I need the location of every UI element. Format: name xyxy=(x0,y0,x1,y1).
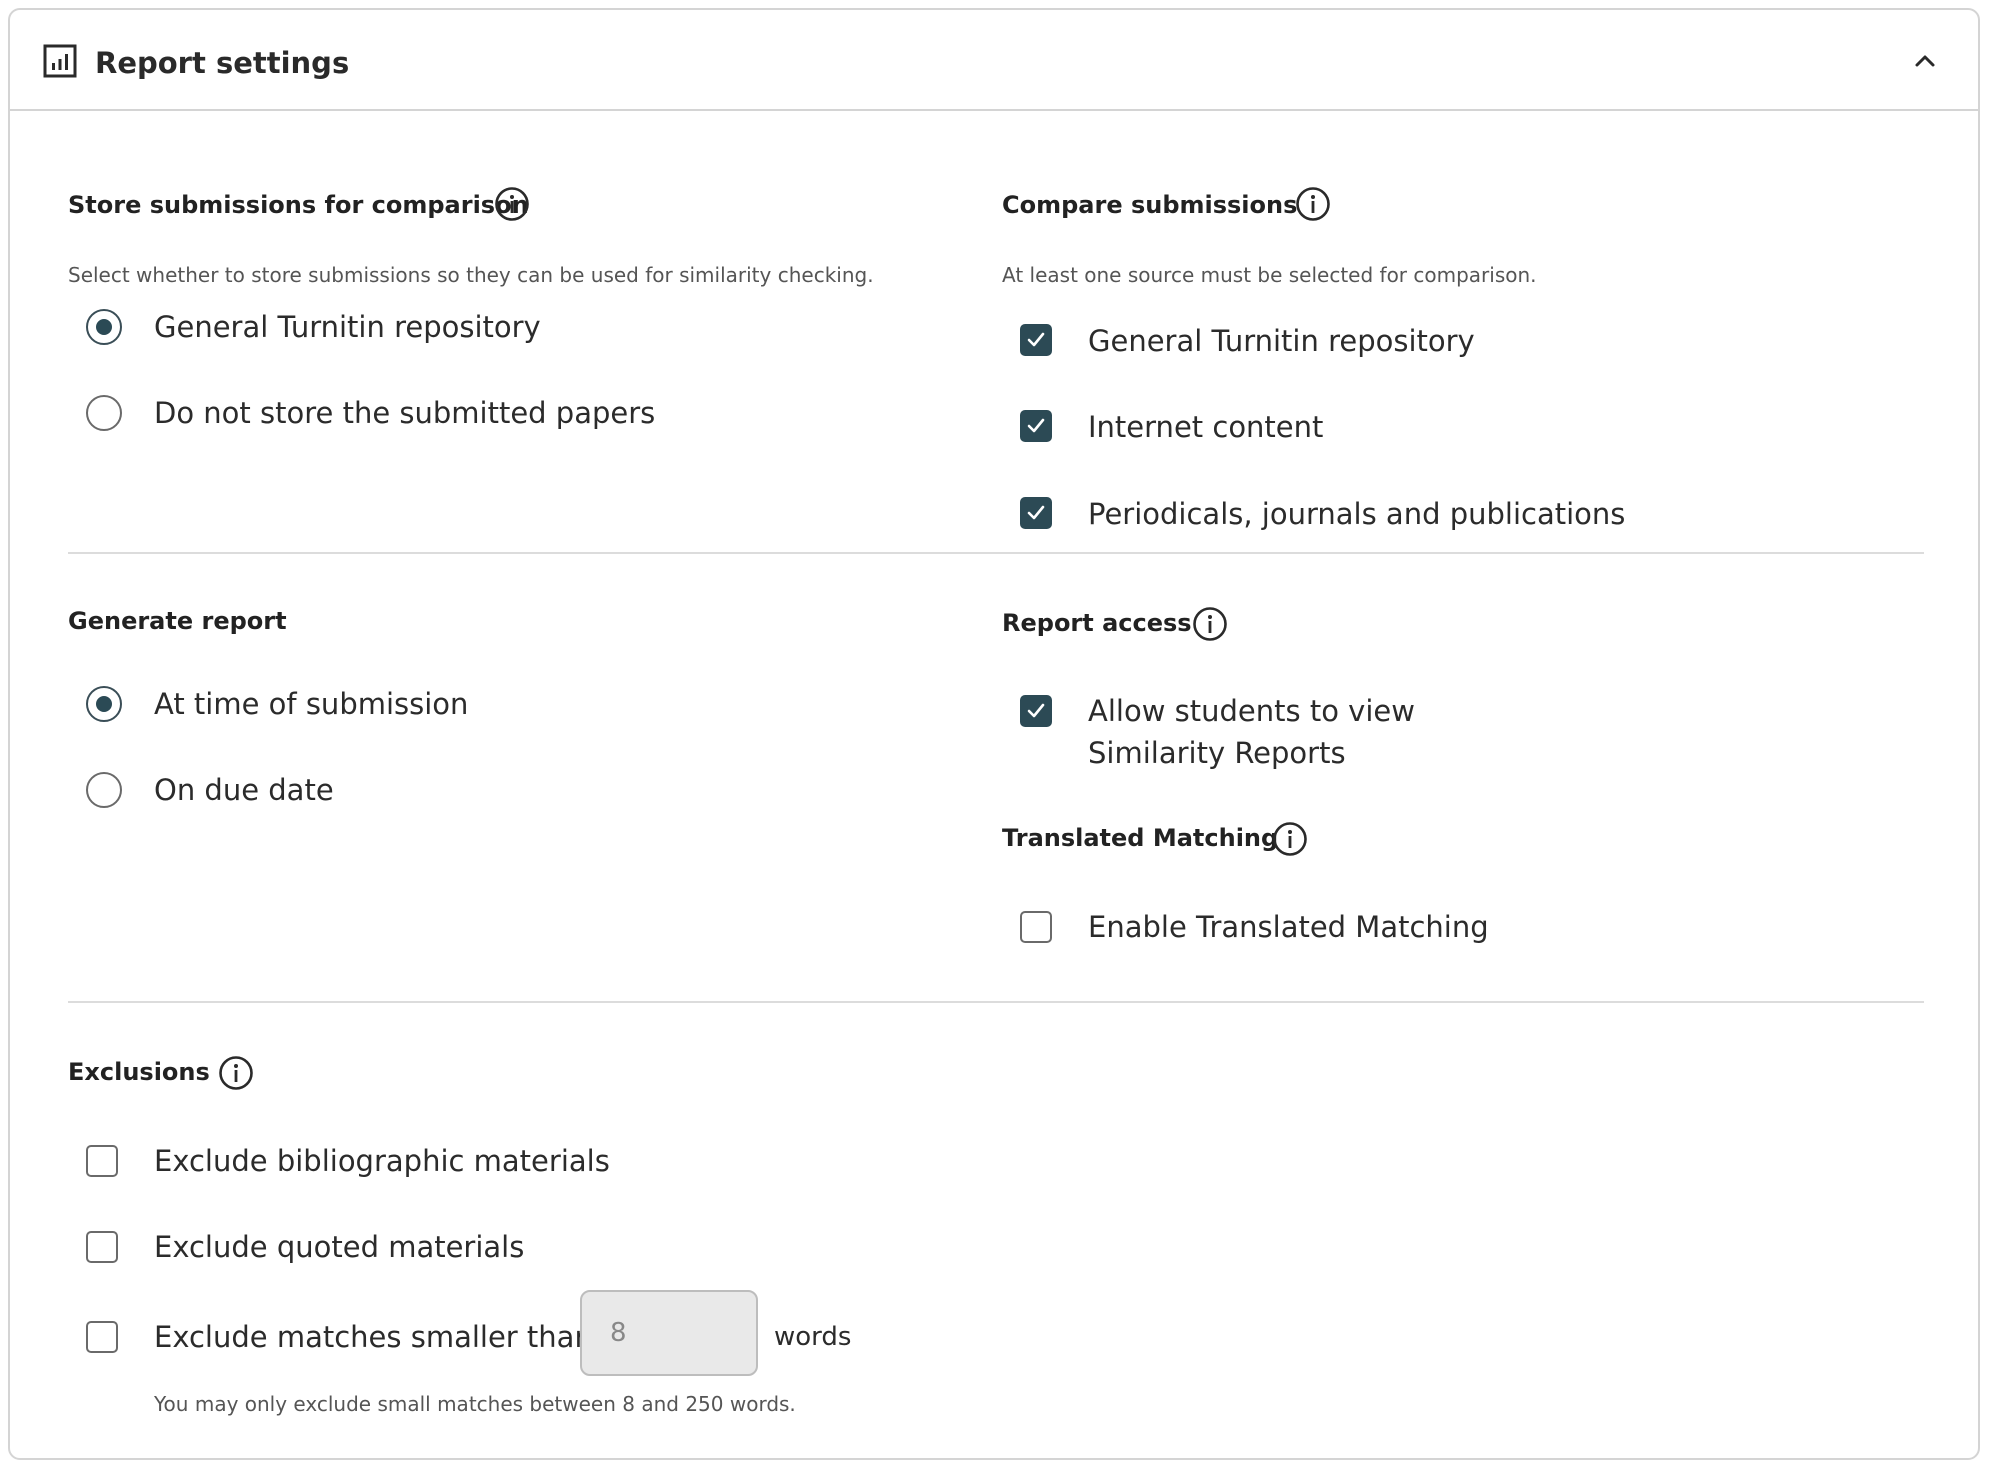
checkbox-label: Enable Translated Matching xyxy=(1088,910,1489,944)
info-icon[interactable] xyxy=(1272,821,1308,857)
divider xyxy=(68,1001,1924,1003)
checkbox-internet-content[interactable] xyxy=(1020,410,1052,442)
checkbox-allow-students-view-reports[interactable] xyxy=(1020,695,1052,727)
checkbox-exclude-small-matches[interactable] xyxy=(86,1321,118,1353)
report-settings-panel: Report settings Store submissions for co… xyxy=(8,8,1980,1460)
radio-label: General Turnitin repository xyxy=(154,310,541,344)
compare-submissions-title: Compare submissions xyxy=(1002,191,1298,219)
checkbox-label: Exclude quoted materials xyxy=(154,1230,525,1264)
checkbox-label: Exclude bibliographic materials xyxy=(154,1144,610,1178)
store-submissions-title: Store submissions for comparison xyxy=(68,191,529,219)
store-submissions-helper: Select whether to store submissions so t… xyxy=(68,263,874,287)
generate-report-title: Generate report xyxy=(68,607,287,635)
chevron-up-icon[interactable] xyxy=(1910,46,1940,76)
radio-label: Do not store the submitted papers xyxy=(154,396,656,430)
info-icon[interactable] xyxy=(218,1055,254,1091)
words-suffix: words xyxy=(774,1322,852,1352)
checkbox-exclude-quoted[interactable] xyxy=(86,1231,118,1263)
checkbox-compare-general-repository[interactable] xyxy=(1020,324,1052,356)
panel-header[interactable]: Report settings xyxy=(10,10,1978,111)
radio-do-not-store[interactable] xyxy=(86,395,122,431)
checkbox-label: Periodicals, journals and publications xyxy=(1088,497,1626,531)
min-words-input[interactable] xyxy=(580,1290,758,1376)
radio-label: On due date xyxy=(154,773,334,807)
compare-submissions-helper: At least one source must be selected for… xyxy=(1002,263,1537,287)
bar-chart-icon xyxy=(43,44,77,78)
radio-store-general-repository[interactable] xyxy=(86,309,122,345)
radio-at-time-of-submission[interactable] xyxy=(86,686,122,722)
checkbox-enable-translated-matching[interactable] xyxy=(1020,911,1052,943)
radio-on-due-date[interactable] xyxy=(86,772,122,808)
exclusions-title: Exclusions xyxy=(68,1058,210,1086)
checkbox-periodicals[interactable] xyxy=(1020,497,1052,529)
checkbox-label: General Turnitin repository xyxy=(1088,324,1475,358)
info-icon[interactable] xyxy=(1192,606,1228,642)
info-icon[interactable] xyxy=(1295,186,1331,222)
checkbox-label: Exclude matches smaller than xyxy=(154,1320,593,1354)
checkbox-exclude-bibliographic[interactable] xyxy=(86,1145,118,1177)
checkbox-label-line2: Similarity Reports xyxy=(1088,736,1346,770)
radio-label: At time of submission xyxy=(154,687,469,721)
report-access-title: Report access xyxy=(1002,609,1192,637)
exclude-small-matches-helper: You may only exclude small matches betwe… xyxy=(154,1392,796,1416)
panel-title: Report settings xyxy=(95,46,350,80)
divider xyxy=(68,552,1924,554)
info-icon[interactable] xyxy=(494,186,530,222)
translated-matching-title: Translated Matching xyxy=(1002,824,1279,852)
checkbox-label: Internet content xyxy=(1088,410,1324,444)
checkbox-label-line1: Allow students to view xyxy=(1088,694,1415,728)
